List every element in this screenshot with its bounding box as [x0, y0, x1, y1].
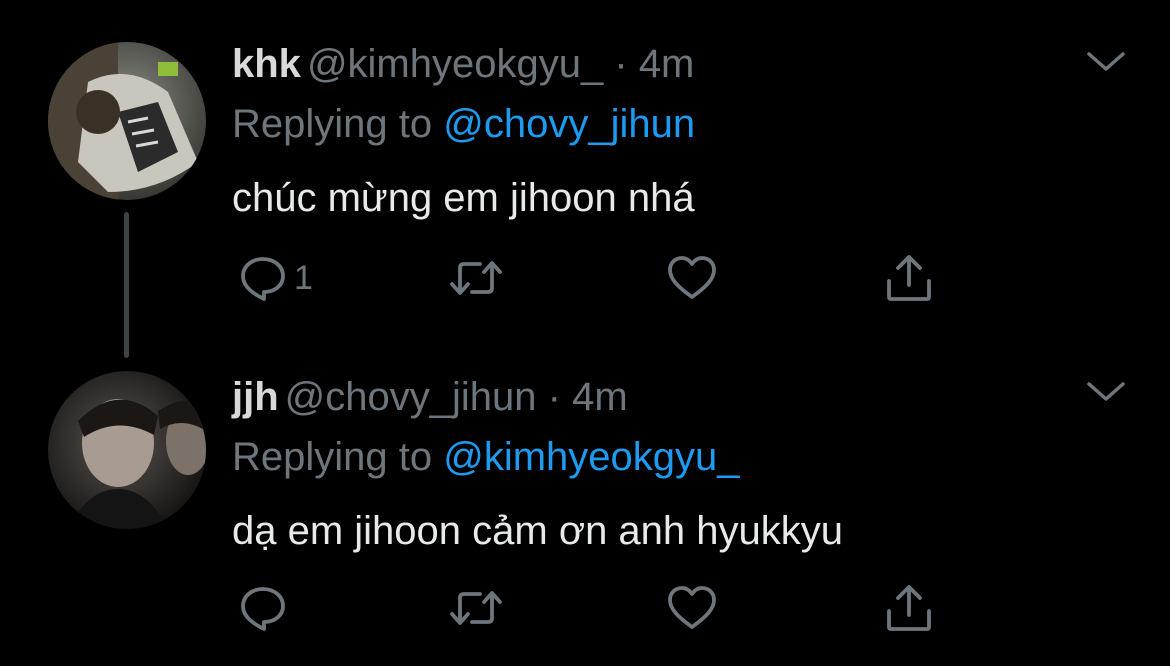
tweet-content: khk @kimhyeokgyu_ · 4m Replying to @chovy… — [232, 38, 1130, 224]
display-name[interactable]: jjh — [232, 375, 279, 419]
separator-dot: · — [547, 375, 561, 419]
reply-to-handle[interactable]: @kimhyeokgyu_ — [443, 435, 739, 479]
share-icon — [884, 253, 934, 303]
tweet[interactable]: khk @kimhyeokgyu_ · 4m Replying to @chovy… — [0, 0, 1170, 358]
chevron-down-icon[interactable] — [1086, 50, 1126, 74]
avatar[interactable] — [48, 371, 206, 529]
reply-count: 1 — [294, 259, 313, 297]
replying-to: Replying to @chovy_jihun — [232, 98, 1130, 150]
replying-to-label: Replying to — [232, 435, 444, 479]
timestamp[interactable]: 4m — [572, 375, 628, 419]
tweet-header: khk @kimhyeokgyu_ · 4m — [232, 38, 1130, 90]
handle[interactable]: @chovy_jihun — [285, 375, 537, 419]
timestamp[interactable]: 4m — [639, 42, 695, 86]
retweet-button[interactable] — [448, 250, 504, 306]
thread-connector — [124, 212, 129, 358]
reply-icon — [238, 254, 288, 302]
like-button[interactable] — [666, 580, 718, 636]
reply-button[interactable]: 1 — [238, 250, 313, 306]
tweet-actions — [232, 580, 952, 636]
chevron-down-icon[interactable] — [1086, 380, 1126, 404]
separator-dot: · — [614, 42, 628, 86]
handle[interactable]: @kimhyeokgyu_ — [307, 42, 603, 86]
tweet-text: dạ em jihoon cảm ơn anh hyukkyu — [232, 509, 844, 553]
tweet[interactable]: jjh @chovy_jihun · 4m Replying to @kimhye… — [0, 340, 1170, 666]
reply-to-handle[interactable]: @chovy_jihun — [443, 102, 695, 146]
share-button[interactable] — [884, 250, 934, 306]
tweet-content: jjh @chovy_jihun · 4m Replying to @kimhye… — [232, 371, 1130, 557]
retweet-button[interactable] — [448, 580, 504, 636]
replying-to-label: Replying to — [232, 102, 444, 146]
reply-button[interactable] — [238, 580, 294, 636]
tweet-header: jjh @chovy_jihun · 4m — [232, 371, 1130, 423]
retweet-icon — [448, 256, 504, 300]
avatar[interactable] — [48, 42, 206, 200]
replying-to: Replying to @kimhyeokgyu_ — [232, 431, 1130, 483]
tweet-text: chúc mừng em jihoon nhá — [232, 176, 695, 220]
like-icon — [666, 254, 718, 302]
retweet-icon — [448, 586, 504, 630]
like-icon — [666, 584, 718, 632]
share-icon — [884, 583, 934, 633]
tweet-actions: 1 — [232, 250, 952, 306]
display-name[interactable]: khk — [232, 42, 301, 86]
reply-icon — [238, 584, 288, 632]
share-button[interactable] — [884, 580, 934, 636]
like-button[interactable] — [666, 250, 718, 306]
